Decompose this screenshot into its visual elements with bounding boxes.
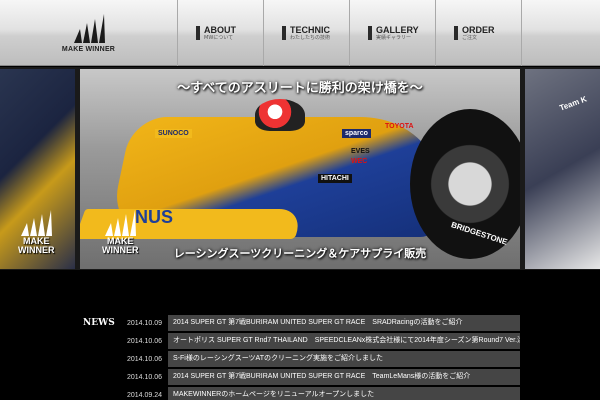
news-item: 2014.10.06 2014 SUPER GT 第7戦BURIRAM UNIT…	[80, 369, 520, 385]
nav-order[interactable]: ORDER ご注文	[436, 0, 522, 66]
news-section: NEWS 2014.10.09 2014 SUPER GT 第7戦BURIRAM…	[80, 315, 520, 400]
news-link[interactable]: MAKEWINNERのホームページをリニューアルオープンしました	[168, 387, 520, 400]
hero-title: ～すべてのアスリートに勝利の架け橋を～	[177, 81, 423, 96]
nav-order-label: ORDER	[462, 24, 495, 35]
make-winner-logo-icon	[73, 14, 105, 43]
news-link[interactable]: オートポリス SUPER GT Rnd7 THAILAND SPEEDCLEAN…	[168, 333, 520, 349]
sponsor-sunoco: SUNOCO	[155, 129, 192, 138]
hero-subtitle: レーシングスーツクリーニング＆ケアサプライ販売	[173, 247, 427, 260]
make-winner-logo-icon	[105, 210, 137, 236]
sponsor-hitachi: HITACHI	[318, 174, 352, 183]
nav-bar-icon	[368, 26, 372, 40]
site-header: MAKE WINNER ABOUT MWについて TECHNIC わたしたちの技…	[0, 0, 600, 66]
news-date: 2014.10.09	[126, 319, 162, 327]
nav-gallery-label: GALLERY	[376, 24, 419, 35]
news-date: 2014.09.24	[126, 391, 162, 399]
nav-about-label: ABOUT	[204, 24, 236, 35]
site-logo[interactable]: MAKE WINNER	[0, 0, 178, 66]
news-link[interactable]: 2014 SUPER GT 第7戦BURIRAM UNITED SUPER GT…	[168, 369, 520, 385]
nav-about[interactable]: ABOUT MWについて	[178, 0, 264, 66]
sponsor-wec: WEC	[351, 158, 368, 165]
badge-line2: WINNER	[18, 245, 55, 255]
news-item: 2014.10.06 オートポリス SUPER GT Rnd7 THAILAND…	[80, 333, 520, 349]
sponsor-eves: EVES	[351, 148, 370, 155]
logo-text: MAKE WINNER	[61, 46, 116, 53]
nav-technic-label: TECHNIC	[290, 24, 330, 35]
news-item: 2014.10.06 S-Fi様のレーシングスーツATのクリーニング実施をご紹介…	[80, 351, 520, 367]
news-link[interactable]: S-Fi様のレーシングスーツATのクリーニング実施をご紹介しました	[168, 351, 520, 367]
driver-helmet	[255, 99, 305, 131]
make-winner-logo-icon	[21, 210, 53, 236]
sponsor-sparco: sparco	[342, 129, 371, 138]
news-heading: NEWS	[83, 318, 115, 328]
make-winner-badge: MAKE WINNER	[18, 209, 55, 255]
nav-bar-icon	[454, 26, 458, 40]
hero-slider: MAKE WINNER BRIDGESTONE SUNOCO sparco TO…	[0, 67, 600, 270]
sponsor-nus: NUS	[135, 207, 174, 227]
sponsor-toyota: TOYOTA	[385, 123, 414, 130]
nav-gallery-sub: 実績ギャラリー	[376, 34, 412, 41]
main-nav: ABOUT MWについて TECHNIC わたしたちの技術 GALLERY 実績…	[178, 0, 522, 66]
nav-bar-icon	[282, 26, 286, 40]
news-date: 2014.10.06	[126, 337, 162, 345]
news-link[interactable]: 2014 SUPER GT 第7戦BURIRAM UNITED SUPER GT…	[168, 315, 520, 331]
slide-main-image[interactable]: BRIDGESTONE SUNOCO sparco TOYOTA HITACHI…	[80, 69, 520, 269]
page: MAKE WINNER ABOUT MWについて TECHNIC わたしたちの技…	[0, 0, 600, 400]
slide-prev[interactable]: MAKE WINNER	[0, 69, 75, 269]
nav-order-sub: ご注文	[462, 34, 478, 41]
nav-about-sub: MWについて	[204, 34, 234, 41]
nav-technic-sub: わたしたちの技術	[290, 34, 331, 41]
nav-gallery[interactable]: GALLERY 実績ギャラリー	[350, 0, 436, 66]
news-item: NEWS 2014.10.09 2014 SUPER GT 第7戦BURIRAM…	[80, 315, 520, 331]
news-date: 2014.10.06	[126, 373, 162, 381]
news-date: 2014.10.06	[126, 355, 162, 363]
nav-bar-icon	[196, 26, 200, 40]
nav-technic[interactable]: TECHNIC わたしたちの技術	[264, 0, 350, 66]
visor-text: Team K	[558, 94, 588, 113]
news-item: 2014.09.24 MAKEWINNERのホームページをリニューアルオープンし…	[80, 387, 520, 400]
slide-next[interactable]: Team K	[525, 69, 600, 269]
